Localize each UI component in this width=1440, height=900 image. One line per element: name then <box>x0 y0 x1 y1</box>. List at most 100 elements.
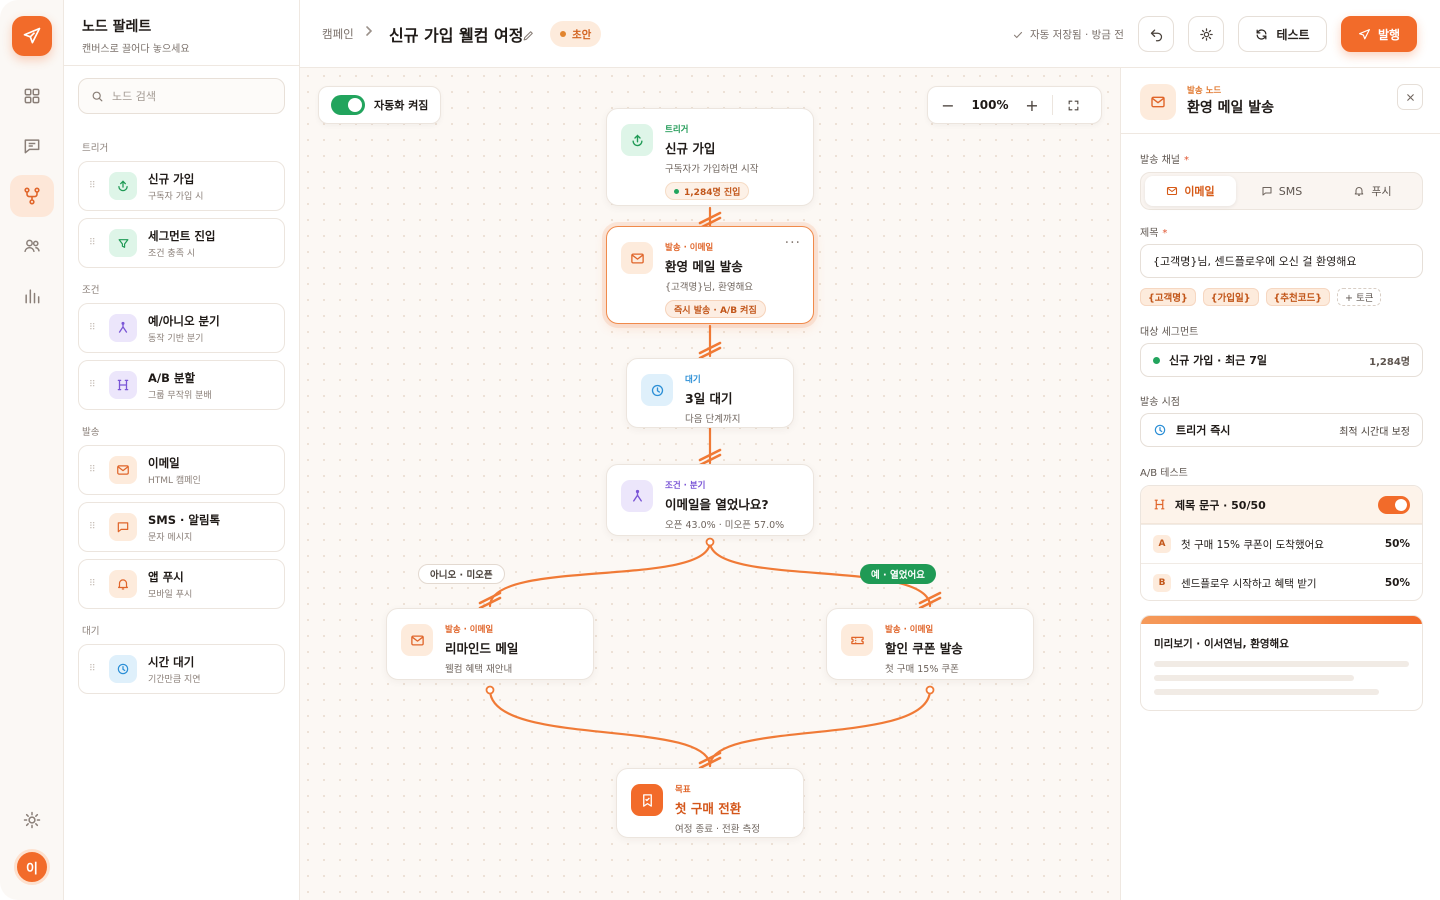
subject-input[interactable] <box>1153 254 1410 268</box>
drag-handle-icon[interactable]: ⠿ <box>89 665 103 674</box>
pencil-edit-icon[interactable] <box>522 27 535 46</box>
palette-item-name: 앱 푸시 <box>148 569 184 584</box>
edge-remind-goal <box>488 688 712 768</box>
palette-item-desc: 기간만큼 지연 <box>148 674 201 685</box>
segment-select[interactable]: 신규 가입 · 최근 7일 1,284명 <box>1140 343 1423 377</box>
palette-item-app-push[interactable]: ⠿ 앱 푸시 모바일 푸시 <box>78 559 285 609</box>
branch-split-icon <box>109 314 137 342</box>
app-logo-send-icon[interactable] <box>12 16 52 56</box>
autosave-text: 자동 저장됨 · 방금 전 <box>1030 29 1124 41</box>
rail-journeys-flow-icon[interactable] <box>10 175 54 217</box>
fit-screen-button[interactable] <box>1053 87 1093 123</box>
palette-item-ab-split[interactable]: ⠿ A/B 분할 그룹 무작위 분배 <box>78 360 285 410</box>
drag-handle-icon[interactable]: ⠿ <box>89 523 103 532</box>
token-chip-referral-code[interactable]: {추천코드} <box>1265 288 1330 306</box>
node-trigger-signup[interactable]: 트리거 신규 가입 구독자가 가입하면 시작 1,284명 진입 <box>606 108 814 206</box>
rail-dashboard-grid-icon[interactable] <box>10 75 54 117</box>
palette-item-time-wait[interactable]: ⠿ 시간 대기 기간만큼 지연 <box>78 644 285 694</box>
drag-handle-icon[interactable]: ⠿ <box>89 381 103 390</box>
node-subtitle: 여정 종료 · 전환 측정 <box>675 824 761 835</box>
search-icon <box>92 91 103 101</box>
preview-title: 미리보기 · 이서연님, 환영해요 <box>1154 638 1289 650</box>
palette-item-name: 신규 가입 <box>148 171 195 186</box>
more-options-icon[interactable]: ··· <box>785 235 801 251</box>
rail-audience-users-icon[interactable] <box>10 225 54 267</box>
palette-item-desc: 동작 기반 분기 <box>148 333 204 344</box>
zoom-level: 100% <box>971 98 1009 112</box>
channel-option-sms[interactable]: SMS <box>1236 176 1327 206</box>
node-kind: 발송 · 이메일 <box>885 625 934 635</box>
node-coupon-email[interactable]: 발송 · 이메일 할인 쿠폰 발송 첫 구매 15% 쿠폰 <box>826 608 1034 680</box>
ab-test-title: 제목 문구 · 50/50 <box>1175 498 1266 512</box>
rail-messages-chat-icon[interactable] <box>10 125 54 167</box>
undo-arrow-icon <box>1150 29 1162 41</box>
ab-test-toggle[interactable] <box>1378 495 1410 514</box>
send-icon <box>1358 28 1370 39</box>
token-chip-customer-name[interactable]: {고객명} <box>1140 288 1196 306</box>
user-avatar[interactable]: 이 <box>14 849 50 885</box>
preview-header-bar <box>1141 616 1422 624</box>
channel-selector: 이메일 SMS 푸시 <box>1140 172 1423 210</box>
node-branch-opened[interactable]: 조건 · 분기 이메일을 열었나요? 오픈 43.0% · 미오픈 57.0% <box>606 464 814 536</box>
zoom-in-button[interactable]: + <box>1012 87 1052 123</box>
bell-icon <box>1355 187 1364 196</box>
node-title: 3일 대기 <box>685 391 733 406</box>
theme-toggle-button[interactable] <box>1188 16 1224 52</box>
node-goal-conversion[interactable]: 목표 첫 구매 전환 여정 종료 · 전환 측정 <box>616 768 804 838</box>
email-preview[interactable]: 미리보기 · 이서연님, 환영해요 <box>1140 615 1423 711</box>
node-title: 할인 쿠폰 발송 <box>885 641 963 656</box>
node-welcome-email[interactable]: 발송 · 이메일 환영 메일 발송 {고객명}님, 환영해요 즉시 발송 · A… <box>606 226 814 324</box>
entry-count-text: 1,284명 진입 <box>684 187 741 198</box>
drag-handle-icon[interactable]: ⠿ <box>89 580 103 589</box>
automation-label: 자동화 켜짐 <box>374 99 429 112</box>
breadcrumb-campaigns[interactable]: 캠페인 <box>322 26 354 42</box>
ab-test-panel: 제목 문구 · 50/50 A 첫 구매 15% 쿠폰이 도착했어요 50% B… <box>1140 485 1423 601</box>
token-chip-signup-date[interactable]: {가입일} <box>1202 288 1259 306</box>
palette-section-send: 발송 <box>82 427 100 438</box>
ab-variant-a[interactable]: A 첫 구매 15% 쿠폰이 도착했어요 50% <box>1141 524 1422 563</box>
palette-title: 노드 팔레트 <box>82 19 152 35</box>
inspector-header: 발송 노드 환영 메일 발송 <box>1121 68 1440 134</box>
ab-split-icon <box>1154 499 1165 510</box>
timing-select[interactable]: 트리거 즉시 최적 시간대 보정 <box>1140 413 1423 447</box>
automation-switch[interactable] <box>331 95 365 115</box>
automation-toggle[interactable]: 자동화 켜짐 <box>318 86 442 124</box>
mail-envelope-icon <box>109 456 137 484</box>
channel-option-push[interactable]: 푸시 <box>1327 176 1418 206</box>
journey-canvas[interactable]: 자동화 켜짐 − 100% + 트리거 신규 가입 구독자가 가입하면 시작 1… <box>300 68 1120 900</box>
node-palette: 노드 팔레트 캔버스로 끌어다 놓으세요 트리거 ⠿ 신규 가입구독자 가입 시… <box>64 0 300 900</box>
ab-variant-b[interactable]: B 센드플로우 시작하고 혜택 받기 50% <box>1141 563 1422 600</box>
publish-button[interactable]: 발행 <box>1341 16 1417 52</box>
undo-button[interactable] <box>1138 16 1174 52</box>
rail-analytics-bar-chart-icon[interactable] <box>10 275 54 317</box>
sun-icon <box>1199 27 1213 41</box>
close-icon <box>1406 93 1414 101</box>
palette-item-signup[interactable]: ⠿ 신규 가입 구독자 가입 시 <box>78 161 285 211</box>
drag-handle-icon[interactable]: ⠿ <box>89 466 103 475</box>
refresh-icon <box>1257 28 1267 40</box>
drag-handle-icon[interactable]: ⠿ <box>89 239 103 248</box>
node-wait-3days[interactable]: 대기 3일 대기 다음 단계까지 <box>626 358 794 428</box>
palette-section-trigger: 트리거 <box>82 143 109 154</box>
palette-search-input[interactable] <box>112 89 272 103</box>
palette-item-segment[interactable]: ⠿ 세그먼트 진입 조건 충족 시 <box>78 218 285 268</box>
zoom-out-button[interactable]: − <box>928 87 968 123</box>
edge-label-yes: 예 · 열었어요 <box>860 564 936 584</box>
inspector-kind: 발송 노드 <box>1187 86 1222 96</box>
node-subtitle: 다음 단계까지 <box>685 414 741 425</box>
drag-handle-icon[interactable]: ⠿ <box>89 182 103 191</box>
palette-item-email[interactable]: ⠿ 이메일 HTML 캠페인 <box>78 445 285 495</box>
palette-item-yes-no-branch[interactable]: ⠿ 예/아니오 분기 동작 기반 분기 <box>78 303 285 353</box>
add-token-button[interactable]: + 토큰 <box>1337 288 1382 306</box>
channel-option-email[interactable]: 이메일 <box>1145 176 1236 206</box>
palette-item-sms[interactable]: ⠿ SMS · 알림톡 문자 메시지 <box>78 502 285 552</box>
node-remind-email[interactable]: 발송 · 이메일 리마인드 메일 웰컴 혜택 재안내 <box>386 608 594 680</box>
close-button[interactable] <box>1397 84 1423 110</box>
test-button[interactable]: 테스트 <box>1238 16 1327 52</box>
signup-arrow-icon <box>109 172 137 200</box>
coupon-out-port <box>925 685 935 695</box>
rail-settings-sun-icon[interactable] <box>10 799 54 841</box>
mail-envelope-icon <box>1167 186 1178 196</box>
page-title: 신규 가입 웰컴 여정 <box>389 26 524 45</box>
drag-handle-icon[interactable]: ⠿ <box>89 324 103 333</box>
